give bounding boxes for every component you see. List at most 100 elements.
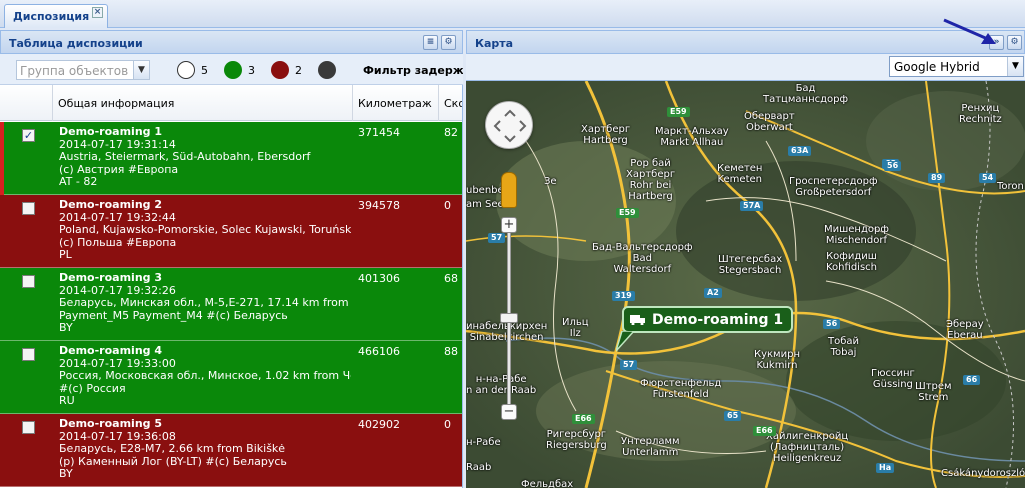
zoom-in-button[interactable]: +: [501, 217, 517, 233]
column-header-checkbox[interactable]: [0, 85, 52, 121]
map-place-line: Ригерсбург: [546, 429, 607, 440]
legend-dot-all[interactable]: [177, 61, 195, 79]
map-place-line: Кукмирн: [754, 349, 800, 360]
column-header-mileage[interactable]: Километраж: [352, 85, 438, 121]
row-checkbox[interactable]: [22, 348, 35, 361]
map-place-label: Унтерламм Unterlamm: [621, 436, 680, 458]
map-place-line: Hartberg: [583, 135, 628, 146]
disposition-grid: Общая информация Километраж Ско ✓ Demo-ro…: [0, 85, 463, 488]
column-header-speed[interactable]: Ско: [438, 85, 462, 121]
map-place-line: Rechnitz: [959, 114, 1002, 125]
map-place-line: Großpetersdorf: [795, 187, 872, 198]
vehicle-name: Demo-roaming 5: [59, 418, 163, 430]
road-shield: 65: [724, 411, 742, 421]
map-view[interactable]: Бад Татцманнсдорф Ренхиц Rechnitz Хартберг Ha…: [466, 81, 1025, 488]
map-place-line: (Лафницталь): [770, 442, 845, 453]
vehicle-pointer-icon: [616, 331, 636, 352]
disposition-table-header: Таблица диспозиции ≡ ⚙: [0, 30, 463, 54]
row-mileage: 371454: [358, 126, 400, 139]
map-place-label: Бад-Вальтерсдорф Bad Waltersdorf: [592, 242, 693, 275]
map-place-label: Зе: [544, 176, 557, 187]
map-place-label: Ренхиц Rechnitz: [959, 103, 1002, 125]
table-row[interactable]: Demo-roaming 3 2014-07-17 19:32:26 Беларус…: [0, 268, 462, 341]
map-place-label: Гюссинг Güssing: [871, 368, 915, 390]
object-group-combo[interactable]: Группа объектов ▼: [16, 60, 150, 80]
gear-icon[interactable]: ⚙: [441, 35, 456, 50]
row-mileage: 402902: [358, 418, 400, 431]
map-place-line: Ilz: [569, 328, 581, 339]
row-extra: Payment_M5 Payment_M4 #(c) Беларусь: [59, 309, 288, 322]
map-place-line: Оберварт: [744, 111, 795, 122]
map-place-label: Штегерсбах Stegersbach: [718, 254, 782, 276]
row-speed: 68: [444, 272, 458, 285]
map-place-label: Гроспетерсдорф Großpetersdorf: [789, 176, 878, 198]
map-place-line: Хартберг: [626, 169, 676, 180]
road-shield: E59: [667, 107, 690, 117]
vehicle-name: Demo-roaming 2: [59, 199, 163, 211]
road-shield: 89: [928, 173, 946, 183]
truck-icon: [630, 315, 645, 325]
delay-filter-label[interactable]: Фильтр задерж: [363, 64, 463, 77]
gear-icon[interactable]: ⚙: [1007, 35, 1022, 50]
map-place-line: Хайлигенкройц: [766, 431, 849, 442]
zoom-out-button[interactable]: −: [501, 404, 517, 420]
chevron-down-icon[interactable]: ▼: [1007, 57, 1023, 76]
map-place-line: Фюрстенфельд: [640, 378, 722, 389]
vehicle-marker-label[interactable]: Demo-roaming 1: [622, 306, 794, 333]
map-place-line: Güssing: [872, 379, 913, 390]
map-place-line: Татцманнсдорф: [763, 94, 849, 105]
map-place-line: Зе: [544, 176, 557, 187]
row-address: Беларусь, Минская обл., M-5,E-271, 17.14…: [59, 297, 351, 309]
row-general-info: Demo-roaming 4 2014-07-17 19:33:00 Россия,…: [59, 345, 351, 408]
row-timestamp: 2014-07-17 19:31:14: [59, 138, 176, 151]
table-row[interactable]: ✓ Demo-roaming 1 2014-07-17 19:31:14 Austri…: [0, 122, 462, 195]
legend-dot-offline[interactable]: [318, 61, 336, 79]
zoom-slider-handle[interactable]: [500, 313, 518, 323]
columns-icon[interactable]: ≡: [423, 35, 438, 50]
map-place-line: Strem: [918, 392, 949, 403]
road-shield: 56: [884, 161, 902, 171]
map-place-line: Штегерсбах: [718, 254, 783, 265]
map-type-select[interactable]: Google Hybrid ▼: [889, 56, 1024, 77]
legend-dot-stopped[interactable]: [271, 61, 289, 79]
map-place-line: Waltersdorf: [613, 264, 672, 275]
map-place-line: Хартберг: [581, 124, 631, 135]
map-place-label: Тобай Tobaj: [828, 336, 859, 358]
map-place-line: Ренхиц: [961, 103, 1000, 114]
map-place-line: Eberau: [947, 330, 983, 341]
map-place-line: Rohr bei: [629, 180, 672, 191]
pan-control[interactable]: [485, 101, 533, 149]
map-place-label: Бад Татцманнсдорф: [763, 83, 848, 105]
map-place-label: н-Рабе: [466, 437, 501, 448]
pan-arrows-icon: [493, 109, 527, 143]
street-view-pegman-icon[interactable]: [501, 172, 517, 208]
row-country-code: PL: [59, 249, 72, 261]
column-header-general-info[interactable]: Общая информация: [52, 85, 352, 121]
row-address: Poland, Kujawsko-Pomorskie, Solec Kujaws…: [59, 224, 351, 236]
table-row[interactable]: Demo-roaming 5 2014-07-17 19:36:08 Беларус…: [0, 414, 462, 487]
row-checkbox[interactable]: ✓: [22, 129, 35, 142]
map-place-label: am See: [466, 199, 504, 210]
road-shield: Ha: [876, 463, 895, 473]
map-place-line: Tobaj: [830, 347, 857, 358]
map-place-line: Гюссинг: [871, 368, 915, 379]
satellite-imagery: [466, 81, 1025, 488]
row-mileage: 401306: [358, 272, 400, 285]
legend-dot-moving[interactable]: [224, 61, 242, 79]
tab-close-icon[interactable]: ×: [92, 7, 103, 18]
table-row[interactable]: Demo-roaming 4 2014-07-17 19:33:00 Россия,…: [0, 341, 462, 414]
table-row[interactable]: Demo-roaming 2 2014-07-17 19:32:44 Poland,…: [0, 195, 462, 268]
map-place-line: n an der Raab: [466, 385, 537, 396]
tab-disposition[interactable]: Диспозиция ×: [4, 4, 108, 28]
row-checkbox[interactable]: [22, 421, 35, 434]
road-shield: 57A: [740, 201, 764, 211]
map-place-line: Ильц: [562, 317, 589, 328]
row-checkbox[interactable]: [22, 275, 35, 288]
vehicle-name: Demo-roaming 4: [59, 345, 163, 357]
row-general-info: Demo-roaming 1 2014-07-17 19:31:14 Austria…: [59, 126, 351, 189]
road-shield: 319: [612, 291, 635, 301]
map-place-label: Рор бай Хартберг Rohr bei Hartberg: [626, 158, 675, 202]
map-place-label: Штрем Strem: [915, 381, 952, 403]
row-checkbox[interactable]: [22, 202, 35, 215]
chevron-down-icon[interactable]: ▼: [133, 61, 149, 79]
